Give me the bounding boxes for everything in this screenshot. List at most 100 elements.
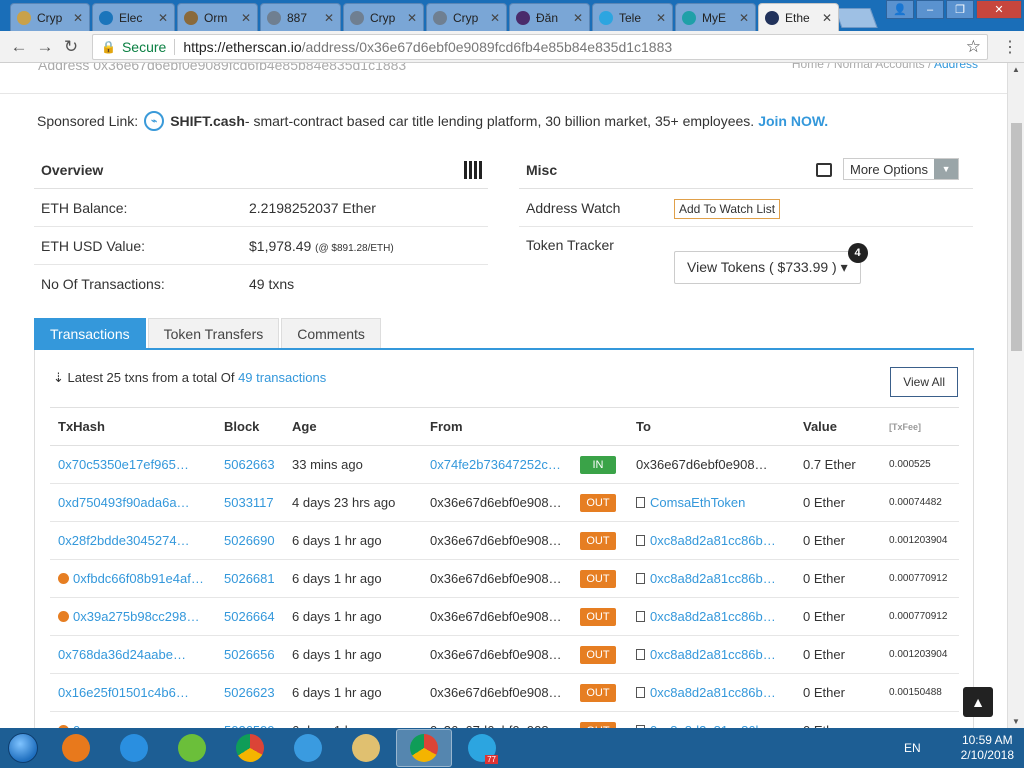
txhash-link[interactable]: 0x768da36d24aabe…	[58, 647, 186, 662]
from-link[interactable]: 0x74fe2b73647252c…	[430, 457, 561, 472]
user-icon[interactable]: 👤	[886, 0, 914, 19]
close-tab-icon[interactable]: ✕	[407, 11, 417, 25]
reload-icon[interactable]: ↻	[58, 37, 84, 57]
forward-icon[interactable]: →	[32, 37, 58, 57]
block-link[interactable]: 5033117	[224, 495, 274, 510]
close-tab-icon[interactable]: ✕	[158, 11, 168, 25]
bookmark-star-icon[interactable]: ☆	[966, 37, 981, 57]
browser-tab[interactable]: Tele ✕	[592, 3, 673, 31]
tab-comments[interactable]: Comments	[281, 318, 381, 348]
taskbar-file-explorer[interactable]	[338, 729, 394, 767]
back-icon[interactable]: ←	[6, 37, 32, 57]
view-all-button[interactable]: View All	[890, 367, 958, 397]
browser-tab[interactable]: Cryp ✕	[343, 3, 424, 31]
taskbar-star-app[interactable]	[280, 729, 336, 767]
block-link[interactable]: 5026664	[224, 609, 275, 624]
print-icon[interactable]	[816, 163, 832, 177]
browser-tab[interactable]: Orm ✕	[177, 3, 258, 31]
browser-menu-icon[interactable]: ⋮	[1002, 37, 1018, 57]
taskbar-telegram[interactable]: 77	[454, 729, 510, 767]
block-link[interactable]: 5026623	[224, 685, 275, 700]
transactions-table: TxHash Block Age From To Value [TxFee] 0x70c53…	[50, 407, 959, 728]
scroll-down-icon[interactable]: ▼	[1012, 717, 1020, 726]
taskbar-media-player[interactable]	[48, 729, 104, 767]
to-link[interactable]: 0xc8a8d2a81cc86b…	[650, 533, 776, 548]
value-cell: 0 Ether	[795, 635, 881, 674]
overview-key: ETH Balance:	[41, 199, 128, 216]
close-tab-icon[interactable]: ✕	[490, 11, 500, 25]
txhash-link[interactable]: 0x16e25f01501c4b6…	[58, 685, 189, 700]
close-tab-icon[interactable]: ✕	[324, 11, 334, 25]
to-cell: 0xc8a8d2a81cc86b…	[628, 597, 795, 636]
scrollbar-thumb[interactable]	[1011, 123, 1022, 351]
browser-tab[interactable]: Ethe ✕	[758, 3, 839, 31]
maximize-button[interactable]: ❐	[946, 0, 974, 19]
tab-label: Cryp	[37, 10, 63, 25]
column-header: From	[422, 407, 572, 446]
page-scrollbar[interactable]: ▲ ▼	[1007, 63, 1024, 728]
scroll-to-top-button[interactable]: ▲	[963, 687, 993, 717]
browser-tab[interactable]: MyE ✕	[675, 3, 756, 31]
minimize-button[interactable]: –	[916, 0, 944, 19]
close-tab-icon[interactable]: ✕	[241, 11, 251, 25]
browser-tab[interactable]: Cryp ✕	[10, 3, 90, 31]
address-bar[interactable]: 🔒 Secure https://etherscan.io/address/0x…	[92, 34, 988, 60]
clock[interactable]: 10:59 AM 2/10/2018	[961, 733, 1014, 763]
total-transactions-link[interactable]: 49 transactions	[238, 370, 326, 385]
to-link[interactable]: 0xc8a8d2a81cc86b…	[650, 685, 776, 700]
txhash-link[interactable]: 0x39a275b98cc298…	[73, 609, 200, 624]
tab-favicon-icon	[99, 10, 113, 25]
breadcrumb-home[interactable]: Home	[792, 63, 824, 71]
browser-tab[interactable]: Cryp ✕	[426, 3, 507, 31]
block-link[interactable]: 5026690	[224, 533, 275, 548]
taskbar-chrome[interactable]	[222, 729, 278, 767]
view-tokens-button[interactable]: View Tokens ( $733.99 ) ▾ 4	[674, 243, 868, 284]
tab-token-transfers[interactable]: Token Transfers	[147, 318, 280, 348]
to-link[interactable]: 0xc8a8d2a81cc86b…	[650, 647, 776, 662]
close-tab-icon[interactable]: ✕	[73, 11, 83, 25]
taskbar-internet-explorer[interactable]	[106, 729, 162, 767]
new-tab-button[interactable]	[834, 8, 878, 28]
sponsored-brand[interactable]: SHIFT.cash	[170, 113, 245, 129]
close-window-button[interactable]: ✕	[976, 0, 1022, 19]
taskbar-app-green[interactable]	[164, 729, 220, 767]
browser-tab[interactable]: Elec ✕	[92, 3, 175, 31]
misc-panel: Misc More Options ▼ Address Watch Add To…	[519, 151, 973, 284]
breadcrumb-normal[interactable]: Normal Accounts	[834, 63, 925, 71]
to-link[interactable]: ComsaEthToken	[650, 495, 745, 510]
to-link[interactable]: 0xc8a8d2a81cc86b…	[650, 609, 776, 624]
add-to-watch-list-button[interactable]: Add To Watch List	[674, 198, 781, 219]
contract-icon	[636, 611, 645, 622]
qr-code-icon[interactable]	[464, 161, 482, 179]
to-link[interactable]: 0xc8a8d2a81cc86b…	[650, 571, 776, 586]
txhash-link[interactable]: 0xfbdc66f08b91e4af…	[73, 571, 204, 586]
from-address: 0x36e67d6ebf0e908…	[430, 647, 562, 662]
block-link[interactable]: 5062663	[224, 457, 275, 472]
overview-row: ETH Balance: 2.2198252037 Ether	[34, 189, 488, 227]
block-link[interactable]: 5026656	[224, 647, 275, 662]
txhash-link[interactable]: 0x28f2bdde3045274…	[58, 533, 190, 548]
start-button[interactable]	[0, 728, 46, 768]
tab-transactions[interactable]: Transactions	[34, 318, 146, 348]
tab-label: Tele	[619, 10, 642, 25]
join-now-link[interactable]: Join NOW.	[758, 113, 828, 129]
from-address: 0x36e67d6ebf0e908…	[430, 495, 562, 510]
close-tab-icon[interactable]: ✕	[573, 11, 583, 25]
block-link[interactable]: 5026681	[224, 571, 275, 586]
overview-key: ETH USD Value:	[41, 237, 145, 254]
more-options-button[interactable]: More Options ▼	[843, 158, 960, 180]
browser-tab[interactable]: 887 ✕	[260, 3, 341, 31]
txhash-link[interactable]: 0x70c5350e17ef965…	[58, 457, 189, 472]
txhash-cell: 0x39a275b98cc298…	[50, 597, 216, 636]
txhash-link[interactable]: 0xd750493f90ada6a…	[58, 495, 190, 510]
divider	[174, 39, 176, 55]
language-indicator[interactable]: EN	[904, 741, 921, 755]
browser-tab[interactable]: Đăn ✕	[509, 3, 590, 31]
to-cell: 0xc8a8d2a81cc86b…	[628, 521, 795, 560]
close-tab-icon[interactable]: ✕	[822, 11, 832, 25]
taskbar-chrome-active[interactable]	[396, 729, 452, 767]
scroll-up-icon[interactable]: ▲	[1012, 65, 1020, 74]
close-tab-icon[interactable]: ✕	[739, 11, 749, 25]
close-tab-icon[interactable]: ✕	[656, 11, 666, 25]
from-cell: 0x36e67d6ebf0e908…	[422, 597, 572, 636]
